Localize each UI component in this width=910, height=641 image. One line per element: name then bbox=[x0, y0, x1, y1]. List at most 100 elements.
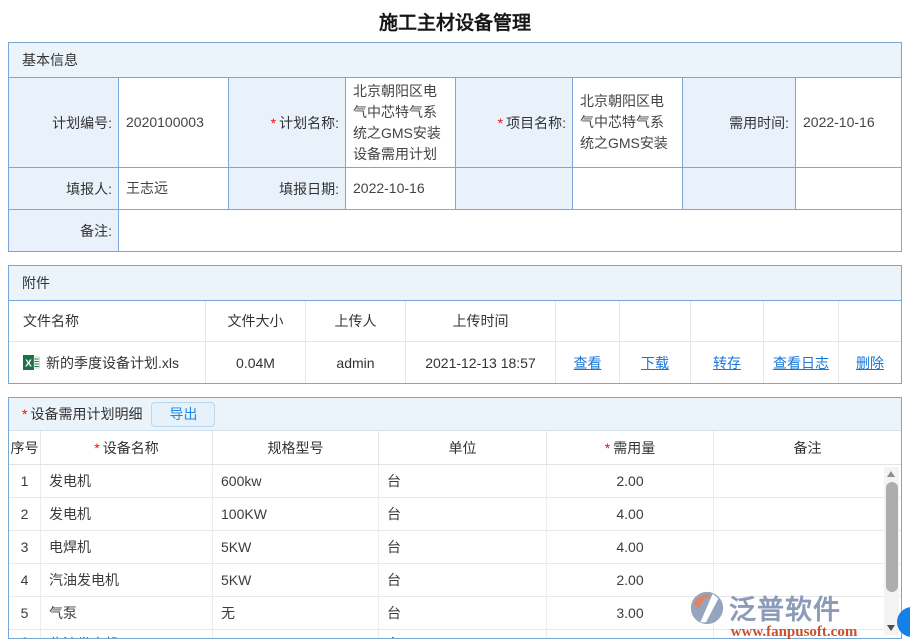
cell-qty bbox=[547, 630, 714, 639]
cell-remark bbox=[714, 597, 901, 630]
cell-remark bbox=[714, 531, 901, 564]
col-header-unit: 单位 bbox=[379, 431, 547, 465]
table-row: 1 发电机 600kw 台 2.00 bbox=[9, 465, 901, 498]
field-value-plan-no: 2020100003 bbox=[119, 78, 229, 168]
col-header-qty: * 需用量 bbox=[547, 431, 714, 465]
cell-remark bbox=[714, 498, 901, 531]
detail-table-body: 1 发电机 600kw 台 2.00 2 发电机 100KW 台 4.00 3 … bbox=[9, 465, 901, 639]
attachments-table: 文件名称 文件大小 上传人 上传时间 X 新的季度设备计划.xls 0. bbox=[9, 301, 901, 383]
attachments-section-title: 附件 bbox=[9, 266, 901, 301]
att-file-size: 0.04M bbox=[206, 342, 306, 383]
export-button[interactable]: 导出 bbox=[151, 402, 215, 427]
field-label-text: 计划编号: bbox=[52, 113, 112, 133]
field-value-filler: 王志远 bbox=[119, 168, 229, 210]
field-label-fill-date: 填报日期: bbox=[229, 168, 346, 210]
col-header-seq: 序号 bbox=[9, 431, 41, 465]
att-header-empty bbox=[556, 301, 620, 342]
cell-spec: 100KW bbox=[213, 498, 379, 531]
col-header-equipment-name: * 设备名称 bbox=[41, 431, 213, 465]
field-label-remark: 备注: bbox=[9, 210, 119, 251]
field-label-text: 计划名称: bbox=[279, 113, 339, 133]
equipment-detail-panel: * 设备需用计划明细 导出 序号 * 设备名称 规格型号 单位 * 需用量 备注… bbox=[8, 397, 902, 639]
cell-spec: 600kw bbox=[213, 465, 379, 498]
required-asterisk: * bbox=[498, 115, 503, 131]
required-asterisk: * bbox=[605, 440, 610, 456]
cell-unit: 台 bbox=[379, 531, 547, 564]
cell-unit: 台 bbox=[379, 630, 547, 639]
field-label-filler: 填报人: bbox=[9, 168, 119, 210]
delete-link[interactable]: 删除 bbox=[856, 353, 884, 373]
att-file-name-cell: X 新的季度设备计划.xls bbox=[9, 342, 206, 383]
cell-qty: 2.00 bbox=[547, 564, 714, 597]
download-link[interactable]: 下载 bbox=[641, 353, 669, 373]
cell-spec: 5KW bbox=[213, 531, 379, 564]
att-header-empty bbox=[839, 301, 901, 342]
field-label-text: 需用时间: bbox=[729, 113, 789, 133]
field-label-text: 项目名称: bbox=[506, 113, 566, 133]
field-label-text: 备注: bbox=[80, 221, 112, 241]
att-header-file-size: 文件大小 bbox=[206, 301, 306, 342]
cell-qty: 4.00 bbox=[547, 531, 714, 564]
cell-qty: 4.00 bbox=[547, 498, 714, 531]
cell-spec: 5KW bbox=[213, 564, 379, 597]
col-header-remark: 备注 bbox=[714, 431, 901, 465]
cell-unit: 台 bbox=[379, 564, 547, 597]
detail-table-header: 序号 * 设备名称 规格型号 单位 * 需用量 备注 bbox=[9, 431, 901, 465]
cell-seq: 2 bbox=[9, 498, 41, 531]
svg-text:X: X bbox=[25, 359, 32, 370]
cell-name: 汽油发电机 bbox=[41, 564, 213, 597]
required-asterisk: * bbox=[22, 406, 27, 422]
att-header-uploader: 上传人 bbox=[306, 301, 406, 342]
detail-section-header: * 设备需用计划明细 导出 bbox=[9, 398, 901, 431]
field-value-need-time: 2022-10-16 bbox=[796, 78, 901, 168]
table-row: 2 发电机 100KW 台 4.00 bbox=[9, 498, 901, 531]
scrollbar-up-arrow-icon[interactable] bbox=[887, 471, 895, 477]
field-label-plan-no: 计划编号: bbox=[9, 78, 119, 168]
field-value-plan-name: 北京朝阳区电气中芯特气系统之GMS安装设备需用计划 bbox=[346, 78, 456, 168]
required-asterisk: * bbox=[271, 115, 276, 131]
cell-seq: 6 bbox=[9, 630, 41, 639]
cell-seq: 4 bbox=[9, 564, 41, 597]
cell-seq: 5 bbox=[9, 597, 41, 630]
field-value-empty-1 bbox=[573, 168, 683, 210]
cell-qty: 2.00 bbox=[547, 465, 714, 498]
cell-qty: 3.00 bbox=[547, 597, 714, 630]
field-label-plan-name: * 计划名称: bbox=[229, 78, 346, 168]
view-log-link[interactable]: 查看日志 bbox=[773, 353, 829, 373]
cell-remark bbox=[714, 465, 901, 498]
cell-unit: 台 bbox=[379, 498, 547, 531]
cell-name: 发电机 bbox=[41, 465, 213, 498]
table-row-partial: 6 柴油发电机 无 台 bbox=[9, 630, 901, 639]
basic-info-panel: 基本信息 计划编号: 2020100003 * 计划名称: 北京朝阳区电气中芯特… bbox=[8, 42, 902, 252]
cell-seq: 1 bbox=[9, 465, 41, 498]
cell-name: 电焊机 bbox=[41, 531, 213, 564]
att-file-name: 新的季度设备计划.xls bbox=[46, 353, 179, 373]
att-header-empty bbox=[620, 301, 691, 342]
basic-info-grid: 计划编号: 2020100003 * 计划名称: 北京朝阳区电气中芯特气系统之G… bbox=[9, 78, 901, 251]
field-value-project-name: 北京朝阳区电气中芯特气系统之GMS安装 bbox=[573, 78, 683, 168]
scrollbar-thumb[interactable] bbox=[886, 482, 898, 592]
save-as-link[interactable]: 转存 bbox=[713, 353, 741, 373]
field-label-text: 填报日期: bbox=[279, 179, 339, 199]
vertical-scrollbar[interactable] bbox=[884, 467, 899, 635]
field-label-need-time: 需用时间: bbox=[683, 78, 796, 168]
att-header-file-name: 文件名称 bbox=[9, 301, 206, 342]
cell-name: 发电机 bbox=[41, 498, 213, 531]
att-header-upload-time: 上传时间 bbox=[406, 301, 556, 342]
cell-unit: 台 bbox=[379, 597, 547, 630]
col-header-text: 设备名称 bbox=[103, 438, 159, 458]
field-label-empty-2 bbox=[683, 168, 796, 210]
view-link[interactable]: 查看 bbox=[574, 353, 602, 373]
scrollbar-down-arrow-icon[interactable] bbox=[887, 625, 895, 631]
table-row: 4 汽油发电机 5KW 台 2.00 bbox=[9, 564, 901, 597]
cell-unit: 台 bbox=[379, 465, 547, 498]
required-asterisk: * bbox=[94, 440, 99, 456]
col-header-spec: 规格型号 bbox=[213, 431, 379, 465]
cell-name: 柴油发电机 bbox=[41, 630, 213, 639]
att-header-empty bbox=[764, 301, 839, 342]
field-value-empty-2 bbox=[796, 168, 901, 210]
field-value-remark bbox=[119, 210, 901, 251]
att-uploader: admin bbox=[306, 342, 406, 383]
page-title: 施工主材设备管理 bbox=[0, 0, 910, 42]
field-label-empty-1 bbox=[456, 168, 573, 210]
